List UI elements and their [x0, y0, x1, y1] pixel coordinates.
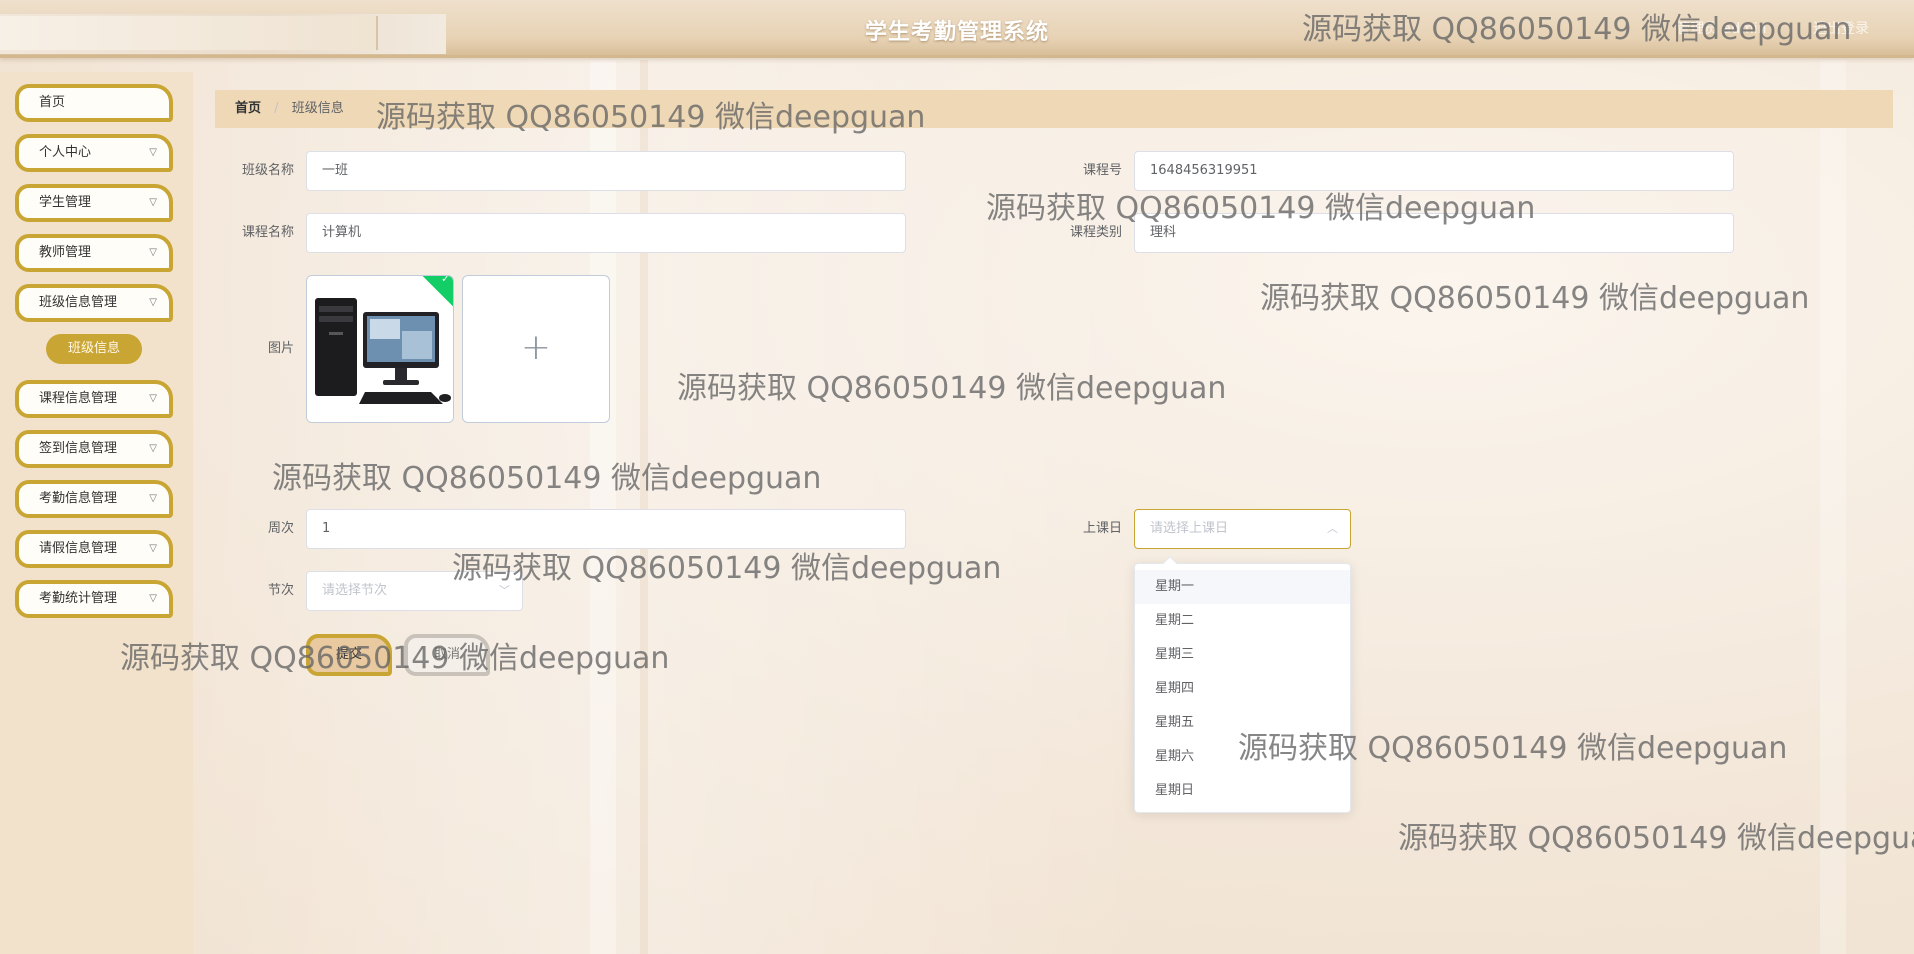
watermark-text: 源码获取 QQ86050149 微信deepguan: [1302, 12, 1852, 47]
watermark-text: 源码获取 QQ86050149 微信deepguan: [1398, 821, 1914, 856]
week-label: 周次: [267, 521, 294, 536]
sidebar-item-signin-management[interactable]: 签到信息管理 ▽: [15, 430, 173, 468]
weekday-option-sun[interactable]: 星期日: [1135, 774, 1350, 808]
sidebar-item-label: 班级信息管理: [39, 295, 118, 310]
sidebar-item-course-info-management[interactable]: 课程信息管理 ▽: [15, 380, 173, 418]
sidebar-item-class-info-management[interactable]: 班级信息管理 ▽: [15, 284, 173, 322]
weekday-select-placeholder: 请选择上课日: [1150, 521, 1229, 536]
sidebar-item-student-management[interactable]: 学生管理 ▽: [15, 184, 173, 222]
sidebar-item-label: 课程信息管理: [39, 391, 118, 406]
plus-icon: +: [520, 327, 552, 368]
breadcrumb-current: 班级信息: [291, 101, 344, 116]
weekday-select[interactable]: 请选择上课日 ︿: [1134, 509, 1351, 549]
chevron-down-icon: ▽: [149, 593, 157, 604]
chevron-down-icon: ▽: [149, 443, 157, 454]
sidebar-item-label: 首页: [39, 95, 66, 110]
computer-image: [307, 276, 453, 422]
chevron-down-icon: ▽: [149, 543, 157, 554]
sidebar-item-label: 个人中心: [39, 145, 92, 160]
image-label: 图片: [267, 341, 294, 356]
sidebar-item-label: 签到信息管理: [39, 441, 118, 456]
chevron-down-icon: ▽: [149, 147, 157, 158]
upload-add-button[interactable]: +: [462, 275, 610, 423]
sidebar-item-label: 考勤统计管理: [39, 591, 118, 606]
background-stripe: [590, 60, 616, 954]
weekday-option-thu[interactable]: 星期四: [1135, 672, 1350, 706]
uploaded-image-thumbnail[interactable]: ✓: [306, 275, 454, 423]
chevron-down-icon: ▽: [149, 493, 157, 504]
chevron-up-icon: ︿: [1327, 522, 1338, 535]
sidebar-item-attendance-management[interactable]: 考勤信息管理 ▽: [15, 480, 173, 518]
weekday-label: 上课日: [1082, 521, 1122, 536]
chevron-down-icon: ▽: [149, 247, 157, 258]
sidebar-item-label: 学生管理: [39, 195, 92, 210]
weekday-option-tue[interactable]: 星期二: [1135, 604, 1350, 638]
course-name-label: 课程名称: [241, 225, 294, 240]
watermark-text: 源码获取 QQ86050149 微信deepguan: [1260, 281, 1810, 316]
period-select-placeholder: 请选择节次: [322, 583, 388, 598]
breadcrumb-separator: /: [274, 101, 279, 116]
chevron-down-icon: ▽: [149, 197, 157, 208]
class-name-input[interactable]: 一班: [306, 151, 906, 191]
breadcrumb-home[interactable]: 首页: [235, 101, 261, 116]
chevron-down-icon: ▽: [149, 393, 157, 404]
watermark-text: 源码获取 QQ86050149 微信deepguan: [452, 551, 1002, 586]
watermark-text: 源码获取 QQ86050149 微信deepguan: [120, 641, 670, 676]
sidebar-item-attendance-stats[interactable]: 考勤统计管理 ▽: [15, 580, 173, 618]
sidebar-item-leave-management[interactable]: 请假信息管理 ▽: [15, 530, 173, 568]
background-stripe: [640, 60, 648, 954]
sidebar-item-teacher-management[interactable]: 教师管理 ▽: [15, 234, 173, 272]
sidebar-item-label: 教师管理: [39, 245, 92, 260]
weekday-option-mon[interactable]: 星期一: [1135, 570, 1350, 604]
sidebar-item-personal-center[interactable]: 个人中心 ▽: [15, 134, 173, 172]
chevron-up-icon: ▽: [149, 297, 157, 308]
watermark-text: 源码获取 QQ86050149 微信deepguan: [1238, 731, 1788, 766]
weekday-dropdown: 星期一 星期二 星期三 星期四 星期五 星期六 星期日: [1134, 555, 1351, 813]
watermark-text: 源码获取 QQ86050149 微信deepguan: [376, 100, 926, 135]
weekday-option-wed[interactable]: 星期三: [1135, 638, 1350, 672]
class-name-label: 班级名称: [241, 163, 294, 178]
sidebar-item-home[interactable]: 首页: [15, 84, 173, 122]
sidebar-item-label: 考勤信息管理: [39, 491, 118, 506]
check-icon: ✓: [441, 275, 450, 286]
course-name-input[interactable]: 计算机: [306, 213, 906, 253]
watermark-text: 源码获取 QQ86050149 微信deepguan: [986, 191, 1536, 226]
period-label: 节次: [267, 583, 294, 598]
watermark-text: 源码获取 QQ86050149 微信deepguan: [272, 461, 822, 496]
sidebar-item-label: 请假信息管理: [39, 541, 118, 556]
watermark-text: 源码获取 QQ86050149 微信deepguan: [677, 371, 1227, 406]
sidebar-subitem-class-info[interactable]: 班级信息: [46, 334, 142, 364]
